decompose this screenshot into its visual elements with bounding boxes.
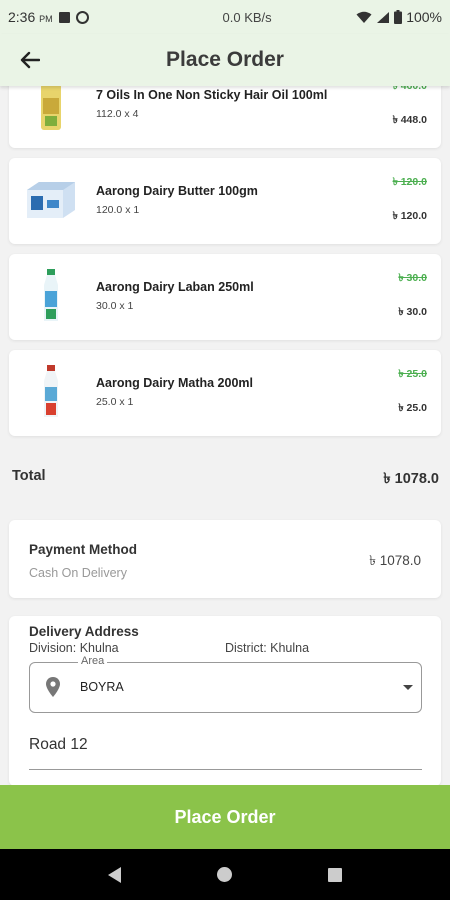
product-qty: 25.0 x 1 <box>96 396 134 408</box>
product-old-price: ৳ 30.0 <box>398 272 427 284</box>
order-content[interactable]: 7 Oils In One Non Sticky Hair Oil 100ml … <box>0 86 450 785</box>
product-price: ৳ 30.0 <box>398 306 427 318</box>
product-old-price: ৳ 120.0 <box>392 176 427 188</box>
payment-method-title: Payment Method <box>29 542 138 557</box>
notification-icon <box>58 11 70 23</box>
payment-method-value: Cash On Delivery <box>29 566 127 580</box>
product-price: ৳ 120.0 <box>392 210 427 222</box>
status-time-value: 2:36 <box>8 9 36 25</box>
place-order-button[interactable]: Place Order <box>0 785 450 849</box>
product-image-matha <box>23 364 79 420</box>
total-amount: ৳ 1078.0 <box>383 471 439 487</box>
nav-back-icon[interactable] <box>108 866 121 883</box>
order-item-card: 7 Oils In One Non Sticky Hair Oil 100ml … <box>9 86 441 148</box>
product-price: ৳ 25.0 <box>398 402 427 414</box>
delivery-address-card: Delivery Address Division: Khulna Distri… <box>9 616 441 785</box>
arrow-left-icon <box>20 51 40 69</box>
delivery-address-title: Delivery Address <box>29 624 139 639</box>
area-dropdown[interactable]: Area BOYRA <box>29 655 422 713</box>
product-qty: 30.0 x 1 <box>96 300 134 312</box>
division-text: Division: Khulna <box>29 641 119 655</box>
product-image-laban <box>23 268 79 324</box>
signal-icon <box>377 11 390 23</box>
order-item-card: Aarong Dairy Matha 200ml 25.0 x 1 ৳ 25.0… <box>9 350 441 436</box>
product-old-price: ৳ 25.0 <box>398 368 427 380</box>
status-left: 2:36 PM <box>8 9 158 25</box>
network-speed: 0.0 KB/s <box>222 9 272 25</box>
wifi-icon <box>356 11 372 23</box>
order-item-card: Aarong Dairy Laban 250ml 30.0 x 1 ৳ 30.0… <box>9 254 441 340</box>
app-bar: Place Order <box>0 34 450 86</box>
sync-icon <box>75 10 89 24</box>
product-name: Aarong Dairy Laban 250ml <box>96 280 254 294</box>
status-time: 2:36 PM <box>8 9 53 25</box>
status-ampm: PM <box>39 14 53 24</box>
product-qty: 120.0 x 1 <box>96 204 140 216</box>
status-bar: 2:36 PM 0.0 KB/s 100% <box>0 0 450 34</box>
laban-bottle-icon <box>44 269 58 321</box>
payment-amount: ৳ 1078.0 <box>369 553 421 568</box>
total-row: Total ৳ 1078.0 <box>12 468 439 492</box>
product-qty: 112.0 x 4 <box>96 108 139 120</box>
product-old-price: ৳ 460.0 <box>392 86 427 92</box>
product-image-butter <box>23 172 79 228</box>
battery-level: 100% <box>406 9 442 25</box>
area-value: BOYRA <box>80 680 124 694</box>
product-name: 7 Oils In One Non Sticky Hair Oil 100ml <box>96 88 328 102</box>
order-item-card: Aarong Dairy Butter 100gm 120.0 x 1 ৳ 12… <box>9 158 441 244</box>
road-input-underline <box>29 769 422 770</box>
system-nav-bar <box>0 849 450 900</box>
matha-bottle-icon <box>44 365 58 417</box>
page-title: Place Order <box>166 48 284 71</box>
product-name: Aarong Dairy Matha 200ml <box>96 376 253 390</box>
butter-box-icon <box>27 182 75 218</box>
road-input[interactable]: Road 12 <box>29 736 88 754</box>
district-text: District: Khulna <box>225 641 310 655</box>
chevron-down-icon <box>403 685 413 690</box>
hair-oil-bottle-icon <box>41 86 61 130</box>
product-name: Aarong Dairy Butter 100gm <box>96 184 258 198</box>
nav-recents-icon[interactable] <box>328 867 342 882</box>
back-button[interactable] <box>0 34 60 86</box>
payment-method-card[interactable]: Payment Method Cash On Delivery ৳ 1078.0 <box>9 520 441 598</box>
nav-home-icon[interactable] <box>217 867 232 882</box>
area-label: Area <box>78 655 108 667</box>
product-image-hair-oil <box>23 86 79 132</box>
total-label: Total <box>12 468 46 484</box>
product-price: ৳ 448.0 <box>392 114 427 126</box>
location-pin-icon <box>46 677 60 697</box>
battery-icon <box>394 10 403 24</box>
status-right: 100% <box>356 9 442 25</box>
